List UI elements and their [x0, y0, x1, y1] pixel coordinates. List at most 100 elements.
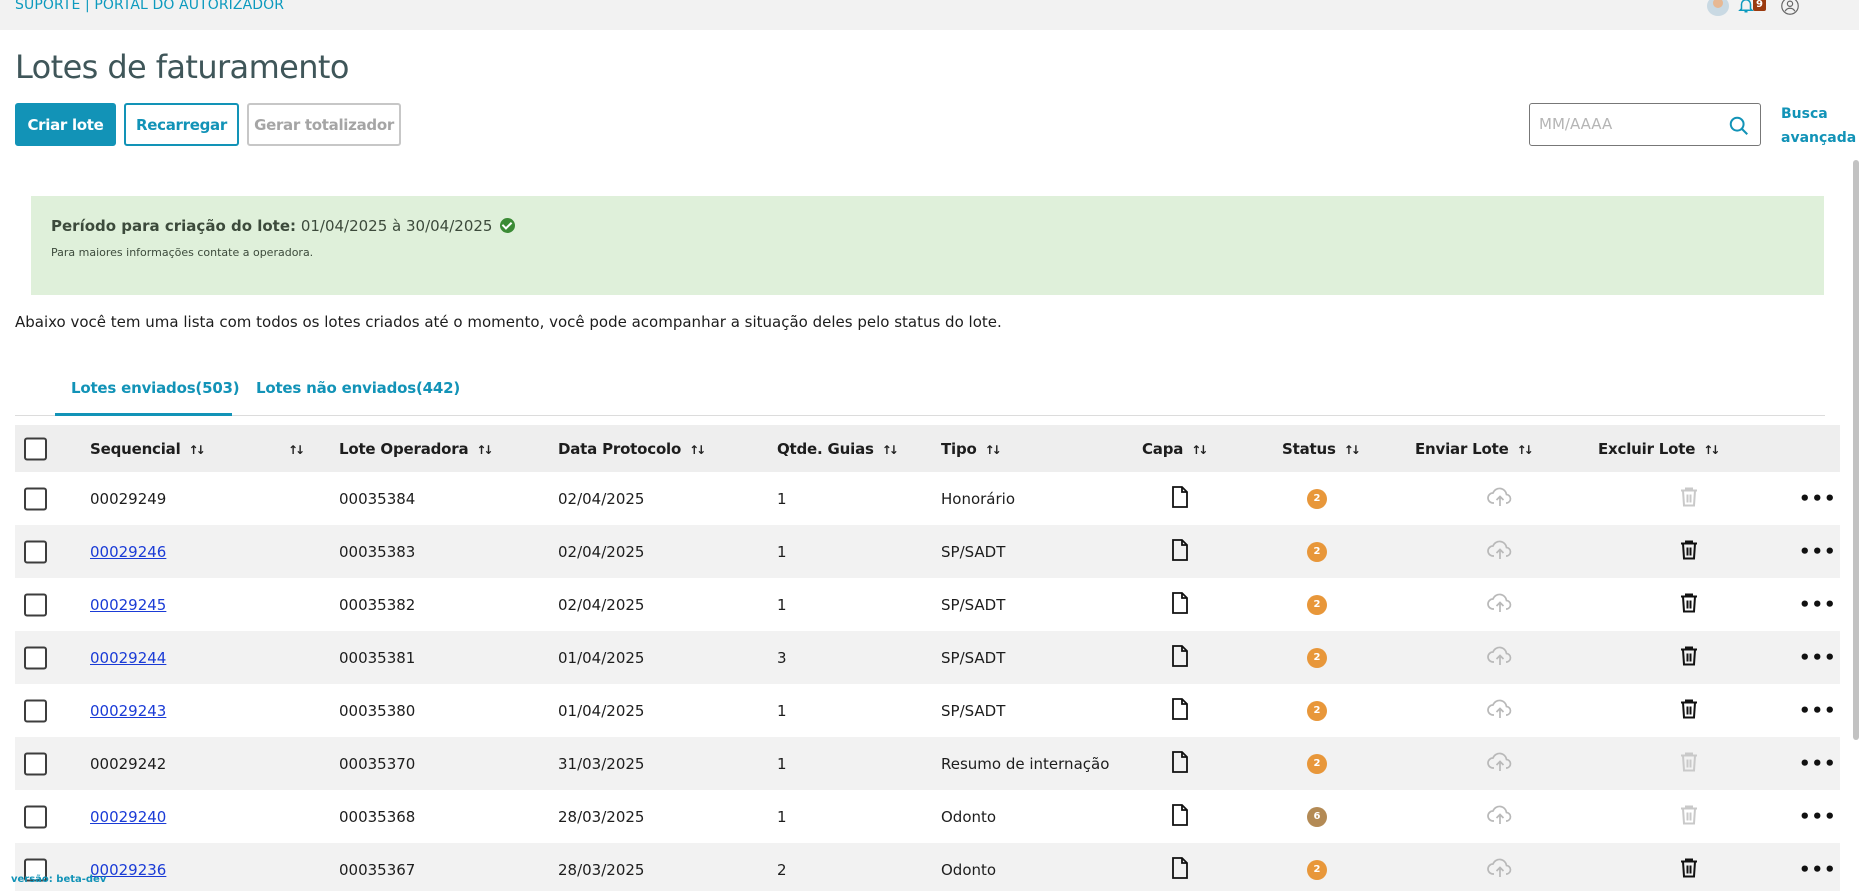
- tab-sent-batches[interactable]: Lotes enviados(503): [71, 379, 240, 397]
- sort-icon[interactable]: ↑↓: [1703, 443, 1720, 457]
- status-badge[interactable]: 2: [1307, 541, 1327, 562]
- row-more-options[interactable]: •••: [1799, 541, 1837, 562]
- status-badge[interactable]: 2: [1307, 647, 1327, 668]
- table-row[interactable]: 00029236 00035367 28/03/2025 2 Odonto 2 •••: [15, 843, 1840, 891]
- row-more-options[interactable]: •••: [1799, 594, 1837, 615]
- cell-sequencial[interactable]: 00029243: [90, 702, 166, 720]
- trash-icon[interactable]: [1680, 645, 1698, 666]
- cell-sequencial[interactable]: 00029244: [90, 649, 166, 667]
- cloud-upload-icon[interactable]: [1487, 857, 1513, 879]
- row-more-options[interactable]: •••: [1799, 753, 1837, 774]
- header-tipo[interactable]: Tipo ↑↓: [941, 440, 1002, 458]
- row-more-options[interactable]: •••: [1799, 859, 1837, 880]
- cell-sequencial[interactable]: 00029240: [90, 808, 166, 826]
- user-icon[interactable]: [1781, 0, 1799, 15]
- tab-unsent-batches[interactable]: Lotes não enviados(442): [256, 379, 460, 397]
- table-row[interactable]: 00029249 00035384 02/04/2025 1 Honorário 2 •••: [15, 472, 1840, 525]
- status-badge[interactable]: 6: [1307, 806, 1327, 827]
- advanced-search-link[interactable]: Busca avançada: [1781, 102, 1856, 150]
- row-more-options[interactable]: •••: [1799, 806, 1837, 827]
- trash-icon[interactable]: [1680, 539, 1698, 560]
- row-checkbox[interactable]: [24, 487, 47, 510]
- reload-button[interactable]: Recarregar: [124, 103, 239, 146]
- cloud-upload-icon[interactable]: [1487, 645, 1513, 667]
- document-icon[interactable]: [1171, 803, 1189, 826]
- cloud-upload-icon[interactable]: [1487, 698, 1513, 720]
- header-lote-operadora[interactable]: Lote Operadora ↑↓: [339, 440, 494, 458]
- cloud-upload-icon[interactable]: [1487, 804, 1513, 826]
- cloud-upload-icon[interactable]: [1487, 539, 1513, 561]
- cell-excluir-lote: [1680, 698, 1698, 723]
- row-more-options[interactable]: •••: [1799, 647, 1837, 668]
- create-batch-button[interactable]: Criar lote: [15, 103, 116, 146]
- sort-icon[interactable]: ↑↓: [189, 443, 206, 457]
- row-more-options[interactable]: •••: [1799, 488, 1837, 509]
- sort-icon[interactable]: ↑↓: [1344, 443, 1361, 457]
- cell-capa: [1171, 856, 1189, 883]
- generate-totalizer-button[interactable]: Gerar totalizador: [247, 103, 401, 146]
- status-badge[interactable]: 2: [1307, 859, 1327, 880]
- document-icon[interactable]: [1171, 697, 1189, 720]
- period-search-input[interactable]: [1530, 104, 1720, 144]
- search-icon[interactable]: [1728, 115, 1750, 137]
- row-checkbox[interactable]: [24, 805, 47, 828]
- cell-lote-operadora: 00035370: [339, 754, 416, 773]
- document-icon[interactable]: [1171, 644, 1189, 667]
- document-icon[interactable]: [1171, 856, 1189, 879]
- table-row[interactable]: 00029244 00035381 01/04/2025 3 SP/SADT 2 •••: [15, 631, 1840, 684]
- cell-sequencial: 00029242: [90, 754, 167, 773]
- select-all-checkbox[interactable]: [24, 437, 47, 460]
- header-qtde-guias[interactable]: Qtde. Guias ↑↓: [777, 440, 899, 458]
- sort-icon[interactable]: ↑↓: [1191, 443, 1208, 457]
- row-checkbox[interactable]: [24, 593, 47, 616]
- sort-icon[interactable]: ↑↓: [985, 443, 1002, 457]
- row-checkbox[interactable]: [24, 699, 47, 722]
- header-capa[interactable]: Capa ↑↓: [1142, 440, 1208, 458]
- sort-icon[interactable]: ↑↓: [288, 443, 305, 457]
- sort-icon[interactable]: ↑↓: [1517, 443, 1534, 457]
- header-excluir-lote[interactable]: Excluir Lote ↑↓: [1598, 440, 1720, 458]
- document-icon[interactable]: [1171, 750, 1189, 773]
- header-sequencial[interactable]: Sequencial ↑↓: [90, 440, 206, 458]
- row-more-options[interactable]: •••: [1799, 700, 1837, 721]
- row-checkbox[interactable]: [24, 646, 47, 669]
- status-badge[interactable]: 2: [1307, 488, 1327, 509]
- sort-icon[interactable]: ↑↓: [689, 443, 706, 457]
- trash-icon[interactable]: [1680, 486, 1698, 507]
- row-checkbox[interactable]: [24, 540, 47, 563]
- cloud-upload-icon[interactable]: [1487, 592, 1513, 614]
- trash-icon[interactable]: [1680, 751, 1698, 772]
- header-status[interactable]: Status ↑↓: [1282, 440, 1361, 458]
- sort-icon[interactable]: ↑↓: [476, 443, 493, 457]
- cloud-upload-icon[interactable]: [1487, 486, 1513, 508]
- status-badge[interactable]: 2: [1307, 594, 1327, 615]
- notifications-button[interactable]: 9: [1737, 0, 1766, 16]
- header-data-protocolo[interactable]: Data Protocolo ↑↓: [558, 440, 706, 458]
- row-checkbox[interactable]: [24, 752, 47, 775]
- cloud-upload-icon[interactable]: [1487, 751, 1513, 773]
- table-row[interactable]: 00029245 00035382 02/04/2025 1 SP/SADT 2 •••: [15, 578, 1840, 631]
- table-row[interactable]: 00029243 00035380 01/04/2025 1 SP/SADT 2 •••: [15, 684, 1840, 737]
- table-row[interactable]: 00029242 00035370 31/03/2025 1 Resumo de int…: [15, 737, 1840, 790]
- document-icon[interactable]: [1171, 538, 1189, 561]
- trash-icon[interactable]: [1680, 592, 1698, 613]
- cell-enviar-lote: [1487, 539, 1513, 565]
- page-scrollbar[interactable]: [1853, 160, 1859, 740]
- doctor-avatar-icon[interactable]: [1707, 0, 1729, 16]
- header-enviar-lote[interactable]: Enviar Lote ↑↓: [1415, 440, 1534, 458]
- trash-icon[interactable]: [1680, 804, 1698, 825]
- document-icon[interactable]: [1171, 485, 1189, 508]
- cell-sequencial[interactable]: 00029246: [90, 543, 166, 561]
- portal-brand[interactable]: SUPORTE | PORTAL DO AUTORIZADOR: [15, 0, 284, 13]
- table-row[interactable]: 00029240 00035368 28/03/2025 1 Odonto 6 •••: [15, 790, 1840, 843]
- status-badge[interactable]: 2: [1307, 700, 1327, 721]
- sort-extra[interactable]: ↑↓: [280, 440, 305, 458]
- status-badge[interactable]: 2: [1307, 753, 1327, 774]
- table-row[interactable]: 00029246 00035383 02/04/2025 1 SP/SADT 2 •••: [15, 525, 1840, 578]
- cell-capa: [1171, 591, 1189, 618]
- trash-icon[interactable]: [1680, 857, 1698, 878]
- sort-icon[interactable]: ↑↓: [882, 443, 899, 457]
- cell-sequencial[interactable]: 00029245: [90, 596, 166, 614]
- document-icon[interactable]: [1171, 591, 1189, 614]
- trash-icon[interactable]: [1680, 698, 1698, 719]
